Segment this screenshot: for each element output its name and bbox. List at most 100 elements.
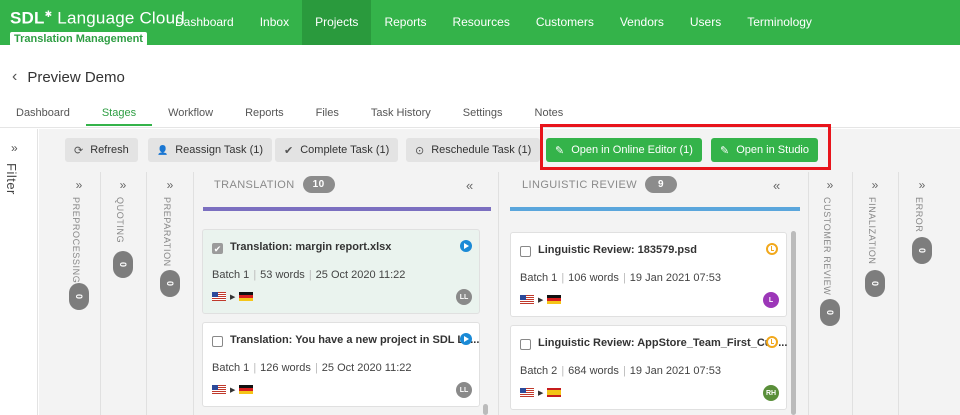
tab-files[interactable]: Files [300,100,355,126]
page-title-text: Preview Demo [27,68,125,86]
arrow-right-icon: ▶ [538,389,544,397]
task-meta: Batch 1 | 106 words | 19 Jan 2021 07:53 [520,272,721,284]
expand-column-icon[interactable]: » [153,178,187,192]
arrow-right-icon: ▶ [230,293,236,301]
reassign-task-button[interactable]: 👤 Reassign Task (1) [148,138,273,162]
tab-workflow[interactable]: Workflow [152,100,229,126]
us-flag-icon [520,388,534,397]
task-card[interactable]: Linguistic Review: 183579.psd Batch 1 | 10… [510,232,787,317]
avatar[interactable]: LL [456,382,472,398]
language-pair: ▶ [212,385,254,394]
language-pair: ▶ [520,295,562,304]
expand-column-icon[interactable]: » [62,178,96,192]
task-word-count: 684 words [568,365,619,377]
tab-task-history[interactable]: Task History [355,100,447,126]
check-icon: ✔ [284,144,294,157]
column-count-badge: 9 [644,176,677,193]
tab-notes[interactable]: Notes [519,100,580,126]
column-label: ERROR [914,197,924,233]
task-card[interactable]: ✔ Translation: margin report.xlsx Batch … [202,229,480,314]
expand-column-icon[interactable]: » [905,178,939,192]
nav-item-customers[interactable]: Customers [523,0,607,45]
avatar[interactable]: L [763,292,779,308]
tab-reports[interactable]: Reports [229,100,300,126]
column-header-translation: TRANSLATION 10 [214,176,335,193]
column-color-bar [510,207,800,211]
task-word-count: 53 words [260,269,305,281]
task-batch: Batch 2 [520,365,558,377]
task-word-count: 106 words [568,272,619,284]
language-pair: ▶ [520,388,562,397]
column-quoting[interactable]: » QUOTING 0 [106,172,140,415]
nav-item-dashboard[interactable]: Dashboard [162,0,247,45]
column-preparation[interactable]: » PREPARATION 0 [153,172,187,415]
column-scrollbar[interactable] [483,404,488,415]
tab-dashboard[interactable]: Dashboard [0,100,86,126]
column-scrollbar[interactable] [791,231,796,415]
chevron-left-icon[interactable]: ‹ [12,68,17,86]
play-circle-icon [460,333,472,345]
column-label: PREPROCESSING [71,197,81,284]
expand-column-icon[interactable]: » [858,178,892,192]
column-color-bar [203,207,491,211]
highlight-annotation [540,124,831,170]
user-icon: 👤 [157,144,169,155]
avatar[interactable]: RH [763,385,779,401]
brand-name: SDL✱ Language Cloud [10,8,185,28]
filter-panel[interactable]: » Filter [0,129,38,415]
column-error[interactable]: » ERROR 0 [905,172,939,415]
column-divider [498,172,499,415]
column-count-badge: 0 [865,270,885,297]
expand-column-icon[interactable]: » [106,178,140,192]
column-customer-review[interactable]: » CUSTOMER REVIEW 0 [813,172,847,415]
collapse-column-icon[interactable]: « [773,178,780,193]
refresh-button[interactable]: ⟳ Refresh [65,138,138,162]
avatar[interactable]: LL [456,289,472,305]
task-card[interactable]: Translation: You have a new project in S… [202,322,480,407]
filter-label: Filter [4,163,19,195]
clock-icon: ⊙ [415,144,425,157]
nav-item-users[interactable]: Users [677,0,734,45]
clock-icon [766,243,778,255]
task-date: 19 Jan 2021 07:53 [629,272,721,284]
task-meta: Batch 2 | 684 words | 19 Jan 2021 07:53 [520,365,721,377]
column-label: CUSTOMER REVIEW [822,197,832,296]
reschedule-task-button[interactable]: ⊙ Reschedule Task (1) [406,138,541,162]
nav-item-inbox[interactable]: Inbox [247,0,302,45]
column-preprocessing[interactable]: » PREPROCESSING 0 [62,172,96,415]
nav-item-reports[interactable]: Reports [371,0,439,45]
complete-task-button[interactable]: ✔ Complete Task (1) [275,138,399,162]
task-title: Translation: margin report.xlsx [230,241,392,253]
task-checkbox[interactable]: ✔ [212,243,223,254]
task-checkbox[interactable] [520,246,531,257]
column-title: LINGUISTIC REVIEW [522,178,637,191]
nav-item-projects[interactable]: Projects [302,0,372,45]
task-meta: Batch 1 | 53 words | 25 Oct 2020 11:22 [212,269,406,281]
arrow-right-icon: ▶ [230,386,236,394]
task-card[interactable]: Linguistic Review: AppStore_Team_First_C… [510,325,787,410]
top-nav-bar: SDL✱ Language Cloud Translation Manageme… [0,0,960,47]
tab-stages[interactable]: Stages [85,100,153,126]
brand-logo[interactable]: SDL✱ Language Cloud Translation Manageme… [10,4,185,47]
page-title: ‹ Preview Demo [12,68,125,86]
expand-filter-icon[interactable]: » [11,141,18,155]
nav-item-resources[interactable]: Resources [439,0,522,45]
task-checkbox[interactable] [212,336,223,347]
language-pair: ▶ [212,292,254,301]
task-date: 25 Oct 2020 11:22 [315,269,406,281]
column-count-badge: 0 [820,299,840,326]
nav-item-vendors[interactable]: Vendors [607,0,677,45]
tab-settings[interactable]: Settings [447,100,519,126]
nav-item-terminology[interactable]: Terminology [734,0,825,45]
main-nav: Dashboard Inbox Projects Reports Resourc… [162,0,825,45]
collapse-column-icon[interactable]: « [466,178,473,193]
task-checkbox[interactable] [520,339,531,350]
play-circle-icon [460,240,472,252]
column-finalization[interactable]: » FINALIZATION 0 [858,172,892,415]
task-meta: Batch 1 | 126 words | 25 Oct 2020 11:22 [212,362,412,374]
column-count-badge: 0 [69,283,89,310]
column-label: FINALIZATION [867,197,877,265]
expand-column-icon[interactable]: » [813,178,847,192]
germany-flag-icon [239,385,254,394]
task-title: Translation: You have a new project in S… [230,334,480,346]
